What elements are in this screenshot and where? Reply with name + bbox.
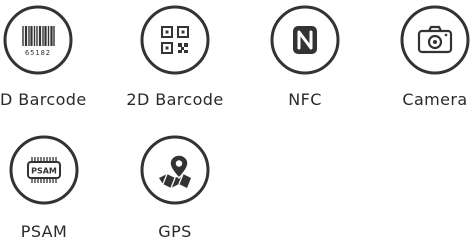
barcode-number: 65182: [25, 49, 51, 57]
psam-chip-text: PSAM: [31, 167, 57, 176]
feature-nfc: NFC: [247, 0, 367, 120]
feature-label: Camera: [402, 90, 468, 109]
feature-psam: PSAM PSAM: [0, 130, 106, 250]
feature-camera: Camera: [377, 0, 476, 120]
qr-code-icon: [139, 4, 211, 76]
feature-label: GPS: [158, 222, 192, 241]
feature-gps: GPS: [117, 130, 237, 250]
feature-label: PSAM: [20, 222, 68, 241]
psam-chip-icon: PSAM: [8, 134, 80, 206]
feature-1d-barcode: 65182 1D Barcode: [0, 0, 100, 120]
feature-label: 2D Barcode: [126, 90, 224, 109]
feature-label: NFC: [288, 90, 322, 109]
barcode-1d-icon: 65182: [2, 4, 74, 76]
feature-label: 1D Barcode: [0, 90, 87, 109]
feature-2d-barcode: 2D Barcode: [117, 0, 237, 120]
camera-icon: [399, 4, 471, 76]
nfc-icon: [269, 4, 341, 76]
gps-map-icon: [139, 134, 211, 206]
